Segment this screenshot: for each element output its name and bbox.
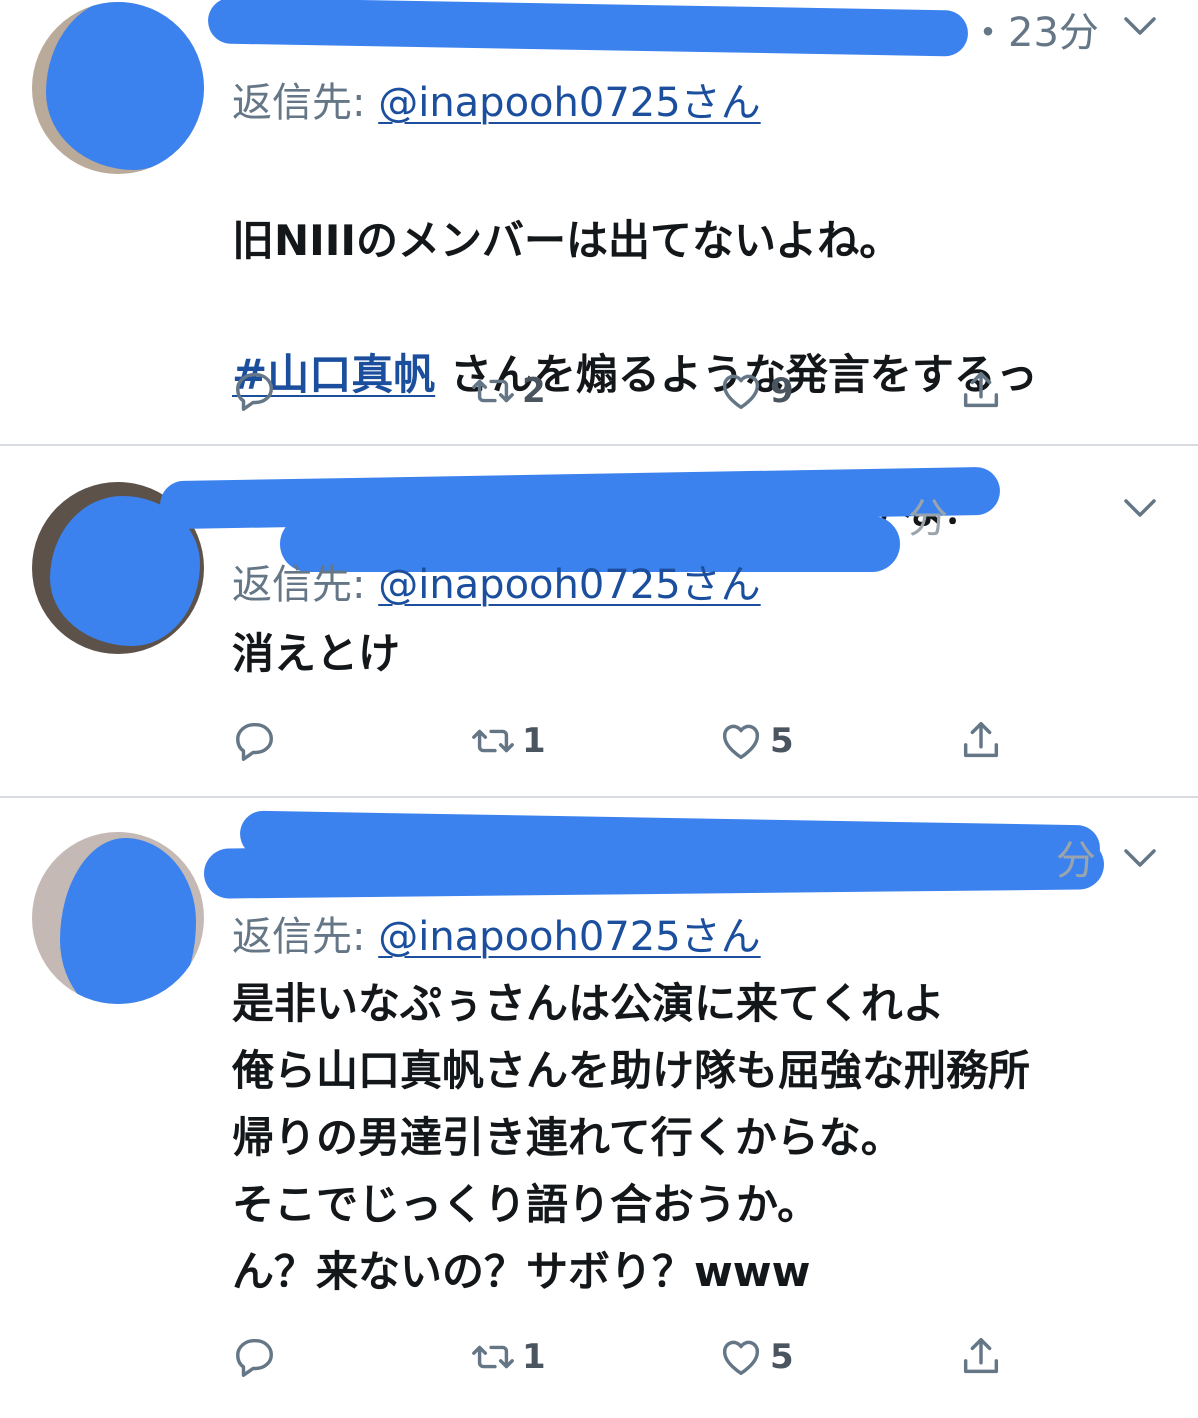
share-button[interactable] xyxy=(958,1332,1004,1382)
tweet-time: ・23分 xyxy=(968,10,1099,56)
name-redaction xyxy=(203,839,1105,899)
share-button[interactable] xyxy=(958,716,1004,766)
share-icon xyxy=(963,722,999,758)
tweet-text: 消えとけ xyxy=(232,629,401,678)
share-icon xyxy=(963,372,999,408)
heart-icon xyxy=(722,724,760,760)
reply-button[interactable] xyxy=(232,366,278,416)
reply-to-handle-link[interactable]: @inapooh0725さん xyxy=(378,914,760,960)
reply-to-line: 返信先: @inapooh0725さん xyxy=(232,904,761,962)
retweet-count: 2 xyxy=(522,371,546,411)
reply-icon xyxy=(236,1338,274,1377)
tweet-1[interactable]: ・23分 返信先: @inapooh0725さん 旧NIIIのメンバーは出てない… xyxy=(0,0,1198,533)
chevron-down-icon[interactable] xyxy=(1122,496,1158,520)
retweet-count: 1 xyxy=(522,721,546,761)
reply-to-handle-link[interactable]: @inapooh0725さん xyxy=(378,562,760,608)
avatar-redaction xyxy=(60,838,196,1004)
like-count: 5 xyxy=(770,721,794,761)
like-button[interactable]: 5 xyxy=(718,1332,794,1382)
reply-to-handle-link[interactable]: @inapooh0725さん xyxy=(378,80,760,126)
retweet-icon xyxy=(472,379,514,403)
retweet-count: 1 xyxy=(522,1337,546,1377)
retweet-button[interactable]: 1 xyxy=(470,716,546,766)
retweet-icon xyxy=(472,1345,514,1369)
like-count: 9 xyxy=(770,371,794,411)
heart-icon xyxy=(722,1340,760,1376)
action-bar: 1 5 xyxy=(232,716,1022,766)
reply-to-label: 返信先: xyxy=(232,914,366,960)
action-bar: 1 5 xyxy=(232,1332,1022,1382)
like-button[interactable]: 9 xyxy=(718,366,794,416)
avatar-redaction xyxy=(46,2,204,170)
retweet-button[interactable]: 2 xyxy=(470,366,546,416)
name-redaction xyxy=(207,0,969,57)
reply-to-line: 返信先: @inapooh0725さん xyxy=(232,70,761,128)
tweet-3[interactable]: 分 返信先: @inapooh0725さん 是非いなぷぅさんは公演に来てくれよ … xyxy=(0,798,1198,1418)
share-icon xyxy=(963,1338,999,1374)
tweet-2[interactable]: 分 返信先: @inapooh0725さん 消えとけ 1 5 xyxy=(0,446,1198,796)
action-bar: 2 9 xyxy=(232,366,1022,416)
retweet-icon xyxy=(472,729,514,753)
share-button[interactable] xyxy=(958,366,1004,416)
avatar[interactable] xyxy=(32,832,204,1004)
tweet-time: 分 xyxy=(908,496,948,542)
chevron-down-icon[interactable] xyxy=(1122,14,1158,38)
retweet-button[interactable]: 1 xyxy=(470,1332,546,1382)
reply-to-label: 返信先: xyxy=(232,562,366,608)
like-count: 5 xyxy=(770,1337,794,1377)
reply-icon xyxy=(236,722,274,761)
heart-icon xyxy=(722,374,760,410)
tweet-text: 是非いなぷぅさんは公演に来てくれよ 俺ら山口真帆さんを助け隊も屈強な刑務所 帰り… xyxy=(232,979,1031,1296)
tweet-text-line: 旧NIIIのメンバーは出てないよね。 xyxy=(232,216,902,265)
reply-icon xyxy=(236,372,274,411)
reply-button[interactable] xyxy=(232,716,278,766)
reply-button[interactable] xyxy=(232,1332,278,1382)
tweet-time: 分 xyxy=(1056,838,1096,884)
like-button[interactable]: 5 xyxy=(718,716,794,766)
avatar[interactable] xyxy=(32,2,204,174)
reply-to-label: 返信先: xyxy=(232,80,366,126)
reply-to-line: 返信先: @inapooh0725さん xyxy=(232,552,761,610)
chevron-down-icon[interactable] xyxy=(1122,846,1158,870)
